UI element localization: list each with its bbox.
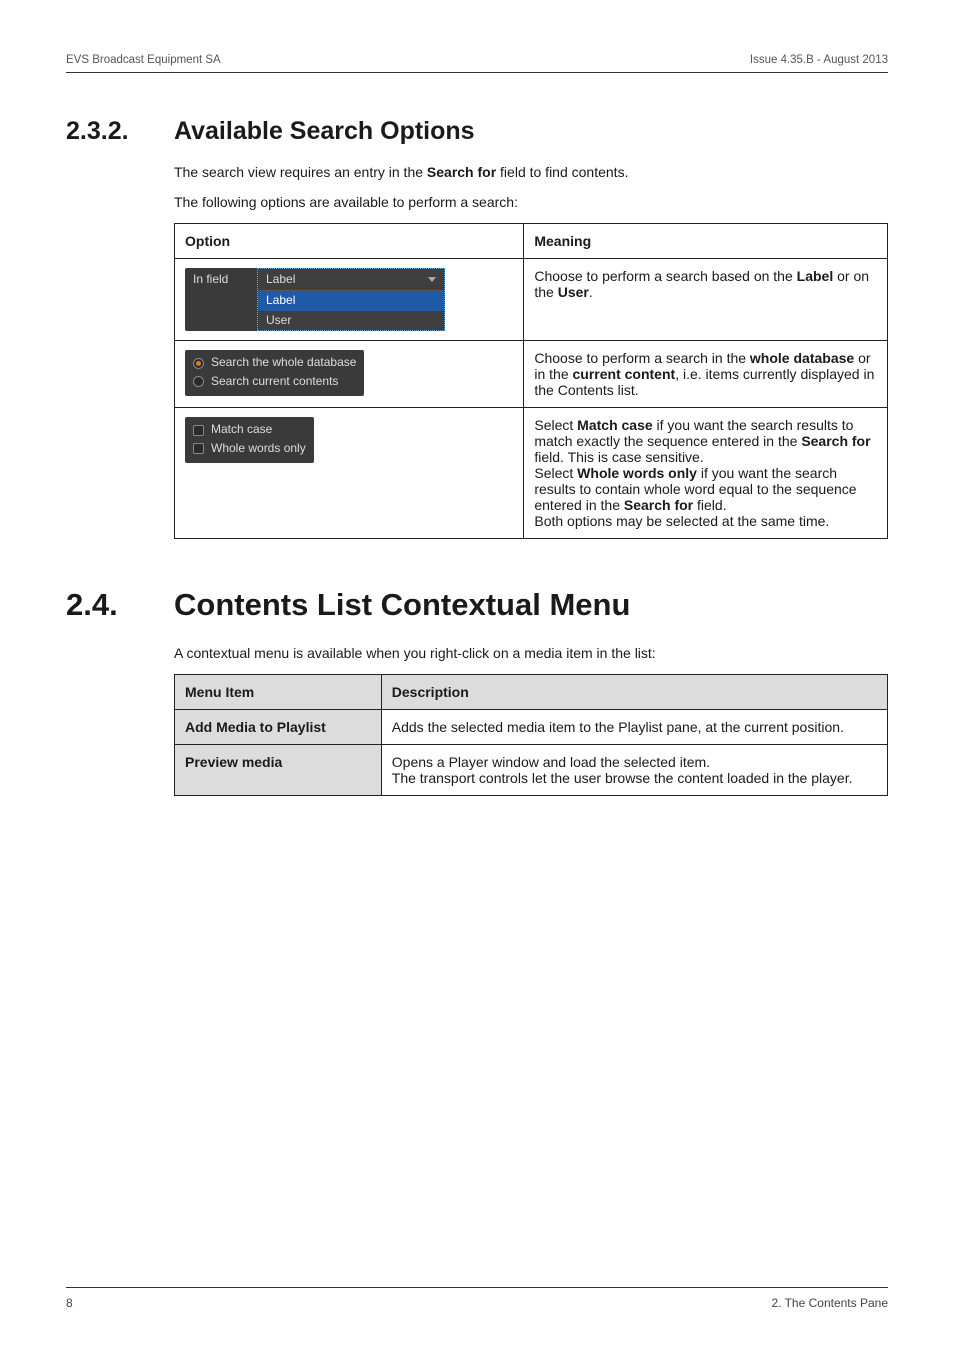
runhead-left: EVS Broadcast Equipment SA bbox=[66, 54, 221, 66]
meaning-cell: Choose to perform a search based on the … bbox=[524, 258, 888, 341]
infield-option-label[interactable]: Label bbox=[258, 291, 444, 311]
radio-label: Search the whole database bbox=[211, 355, 356, 371]
page-number: 8 bbox=[66, 1296, 73, 1310]
checkbox-match-case[interactable]: Match case bbox=[193, 422, 306, 438]
th-description: Description bbox=[381, 674, 887, 709]
table-row: Preview media Opens a Player window and … bbox=[175, 744, 888, 795]
checkbox-label: Match case bbox=[211, 422, 272, 438]
th-option: Option bbox=[175, 223, 524, 258]
menu-item-desc: Adds the selected media item to the Play… bbox=[381, 709, 887, 744]
infield-dropdown[interactable]: In field Label Label User bbox=[185, 268, 445, 332]
runhead-right: Issue 4.35.B - August 2013 bbox=[750, 54, 888, 66]
footer-section: 2. The Contents Pane bbox=[771, 1296, 888, 1310]
radio-current-contents[interactable]: Search current contents bbox=[193, 374, 356, 390]
menu-item-name: Add Media to Playlist bbox=[175, 709, 382, 744]
meaning-cell: Choose to perform a search in the whole … bbox=[524, 341, 888, 408]
checkbox-icon bbox=[193, 443, 204, 454]
section-number: 2.3.2. bbox=[66, 117, 174, 146]
section-number: 2.4. bbox=[66, 587, 174, 623]
radio-whole-database[interactable]: Search the whole database bbox=[193, 355, 356, 371]
section-title: Contents List Contextual Menu bbox=[174, 587, 630, 623]
options-table: Option Meaning In field Label bbox=[174, 223, 888, 540]
intro-para: A contextual menu is available when you … bbox=[174, 643, 888, 663]
table-row: Search the whole database Search current… bbox=[175, 341, 888, 408]
running-header: EVS Broadcast Equipment SA Issue 4.35.B … bbox=[66, 54, 888, 73]
match-options-checkbox-group: Match case Whole words only bbox=[185, 417, 314, 462]
section-24-heading: 2.4. Contents List Contextual Menu bbox=[66, 587, 888, 623]
infield-options: Label User bbox=[258, 290, 444, 330]
intro-para-1: The search view requires an entry in the… bbox=[174, 162, 888, 182]
chevron-down-icon bbox=[428, 277, 436, 282]
th-meaning: Meaning bbox=[524, 223, 888, 258]
table-row: Match case Whole words only Select Match… bbox=[175, 408, 888, 539]
radio-icon bbox=[193, 376, 204, 387]
table-row: Add Media to Playlist Adds the selected … bbox=[175, 709, 888, 744]
meaning-cell: Select Match case if you want the search… bbox=[524, 408, 888, 539]
section-title: Available Search Options bbox=[174, 117, 475, 146]
checkbox-whole-words[interactable]: Whole words only bbox=[193, 441, 306, 457]
table-row: In field Label Label User bbox=[175, 258, 888, 341]
infield-label: In field bbox=[185, 268, 257, 332]
intro-para-2: The following options are available to p… bbox=[174, 192, 888, 212]
menu-table: Menu Item Description Add Media to Playl… bbox=[174, 674, 888, 796]
section-232-heading: 2.3.2. Available Search Options bbox=[66, 117, 888, 146]
th-menu-item: Menu Item bbox=[175, 674, 382, 709]
menu-item-name: Preview media bbox=[175, 744, 382, 795]
infield-select[interactable]: Label Label User bbox=[257, 268, 445, 332]
checkbox-icon bbox=[193, 425, 204, 436]
radio-icon bbox=[193, 358, 204, 369]
infield-selected: Label bbox=[266, 272, 295, 288]
checkbox-label: Whole words only bbox=[211, 441, 306, 457]
menu-item-desc: Opens a Player window and load the selec… bbox=[381, 744, 887, 795]
search-scope-radio-group: Search the whole database Search current… bbox=[185, 350, 364, 395]
infield-option-user[interactable]: User bbox=[258, 311, 444, 331]
page-footer: 8 2. The Contents Pane bbox=[66, 1287, 888, 1310]
radio-label: Search current contents bbox=[211, 374, 338, 390]
